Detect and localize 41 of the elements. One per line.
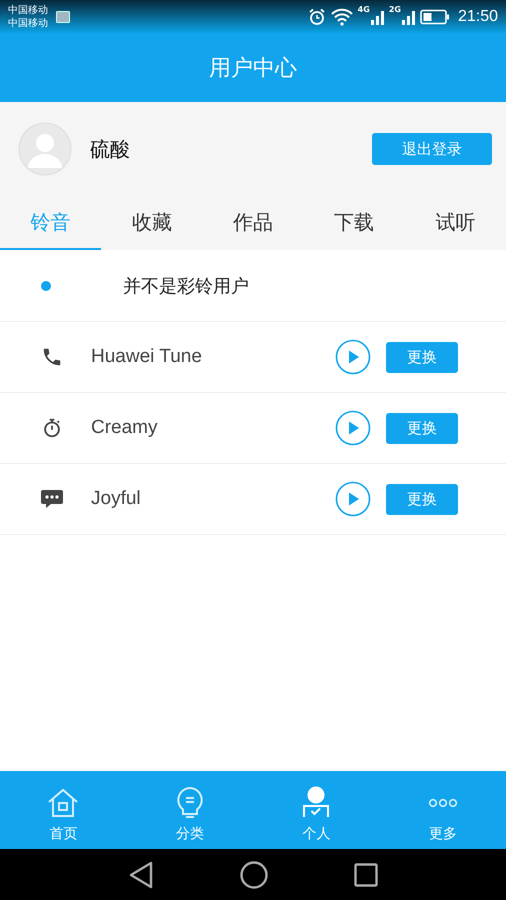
ringtone-name: Huawei Tune	[91, 346, 202, 368]
bullet-icon	[41, 280, 51, 290]
recents-icon[interactable]	[354, 862, 378, 886]
chat-icon	[40, 488, 64, 510]
home-button-icon[interactable]	[240, 860, 268, 888]
signal-icon	[402, 9, 416, 25]
carrier-name: 中国移动	[8, 4, 48, 17]
network-type: 2G	[388, 5, 401, 14]
tab[interactable]: 作品	[202, 196, 304, 250]
play-icon[interactable]	[335, 481, 371, 517]
wifi-icon	[330, 8, 354, 26]
logout-button[interactable]: 退出登录	[372, 133, 492, 165]
back-icon[interactable]	[128, 860, 154, 888]
tab[interactable]: 试听	[404, 196, 506, 250]
nav-item[interactable]: 分类	[126, 771, 253, 849]
tab[interactable]: 收藏	[101, 196, 202, 250]
notice-text: 并不是彩铃用户	[123, 274, 249, 298]
avatar-icon	[18, 122, 72, 176]
nav-item[interactable]: 个人	[253, 771, 380, 849]
page-title: 用户中心	[209, 55, 297, 83]
signal-icon	[370, 9, 385, 25]
nav-item[interactable]: 更多	[380, 771, 506, 849]
tab[interactable]: 下载	[304, 196, 405, 250]
carrier-name: 中国移动	[8, 17, 48, 30]
stopwatch-icon	[41, 417, 63, 439]
user-name: 硫酸	[90, 136, 130, 162]
phone-icon	[41, 346, 63, 368]
ringtone-name: Joyful	[91, 488, 141, 510]
tab[interactable]: 铃音	[0, 196, 102, 250]
network-type: 4G	[358, 5, 370, 14]
nav-item[interactable]: 首页	[0, 771, 126, 849]
change-button[interactable]: 更换	[386, 484, 458, 514]
change-button[interactable]: 更换	[386, 412, 458, 444]
change-button[interactable]: 更换	[386, 342, 458, 372]
image-icon	[56, 11, 70, 23]
play-icon[interactable]	[335, 339, 371, 375]
battery-icon	[420, 9, 450, 25]
alarm-icon	[308, 8, 326, 26]
clock-time: 21:50	[458, 8, 498, 26]
play-icon[interactable]	[335, 410, 371, 446]
ringtone-name: Creamy	[91, 417, 158, 439]
